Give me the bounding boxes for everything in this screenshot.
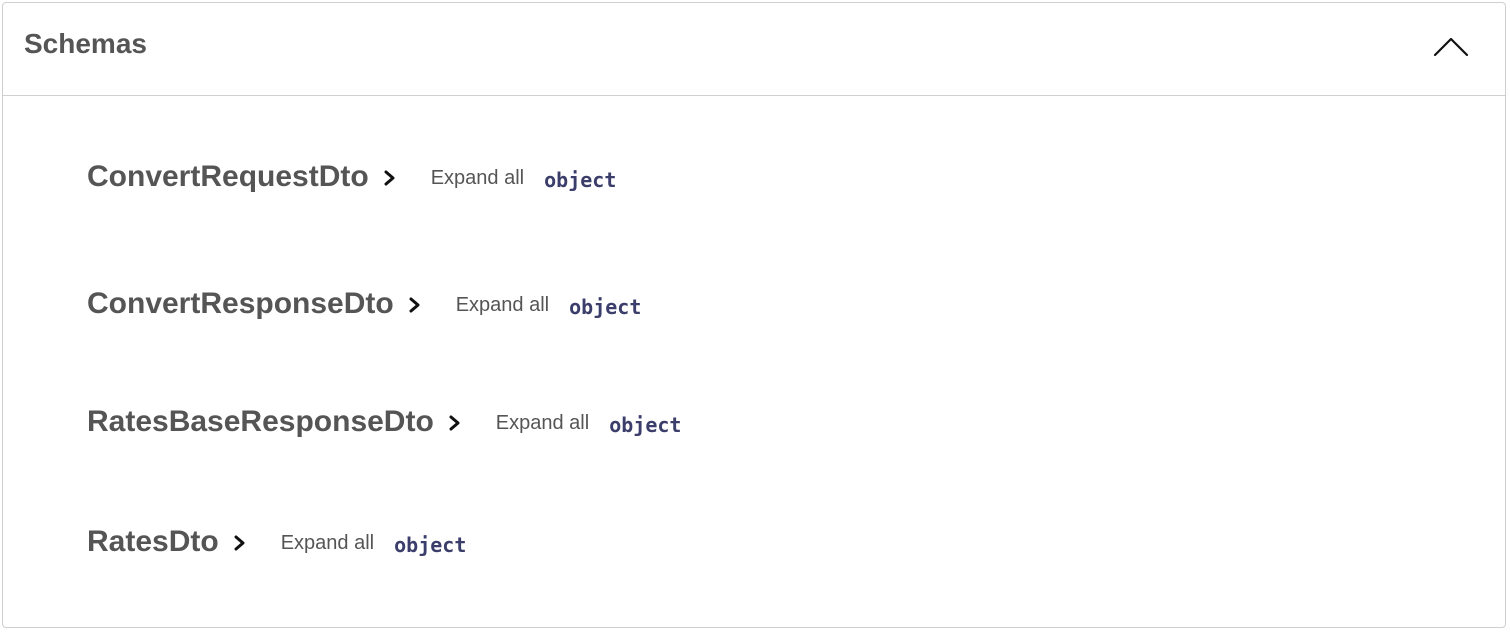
schema-type: object [394, 532, 467, 557]
schema-item-convert-request-dto[interactable]: ConvertRequestDto Expand all object [87, 160, 616, 194]
expand-all-button[interactable]: Expand all [496, 412, 589, 435]
schema-item-convert-response-dto[interactable]: ConvertResponseDto Expand all object [87, 287, 641, 321]
chevron-right-icon[interactable] [383, 168, 397, 188]
schema-item-rates-dto[interactable]: RatesDto Expand all object [87, 525, 466, 559]
schema-name[interactable]: RatesBaseResponseDto [87, 405, 434, 439]
expand-all-button[interactable]: Expand all [456, 294, 549, 317]
expand-all-button[interactable]: Expand all [281, 532, 374, 555]
schema-type: object [569, 294, 642, 319]
schema-item-rates-base-response-dto[interactable]: RatesBaseResponseDto Expand all object [87, 405, 681, 439]
section-title: Schemas [24, 28, 147, 59]
chevron-right-icon[interactable] [233, 533, 247, 553]
schema-type: object [609, 412, 682, 437]
schema-name[interactable]: RatesDto [87, 525, 219, 559]
schemas-section-header[interactable]: Schemas [3, 3, 1505, 96]
expand-all-button[interactable]: Expand all [431, 167, 524, 190]
chevron-up-icon[interactable] [1431, 31, 1471, 61]
schema-name[interactable]: ConvertResponseDto [87, 287, 394, 321]
chevron-right-icon[interactable] [448, 413, 462, 433]
chevron-right-icon[interactable] [408, 295, 422, 315]
schema-name[interactable]: ConvertRequestDto [87, 160, 369, 194]
schema-type: object [544, 167, 617, 192]
schemas-panel: Schemas ConvertRequestDto Expand all obj… [2, 2, 1506, 628]
